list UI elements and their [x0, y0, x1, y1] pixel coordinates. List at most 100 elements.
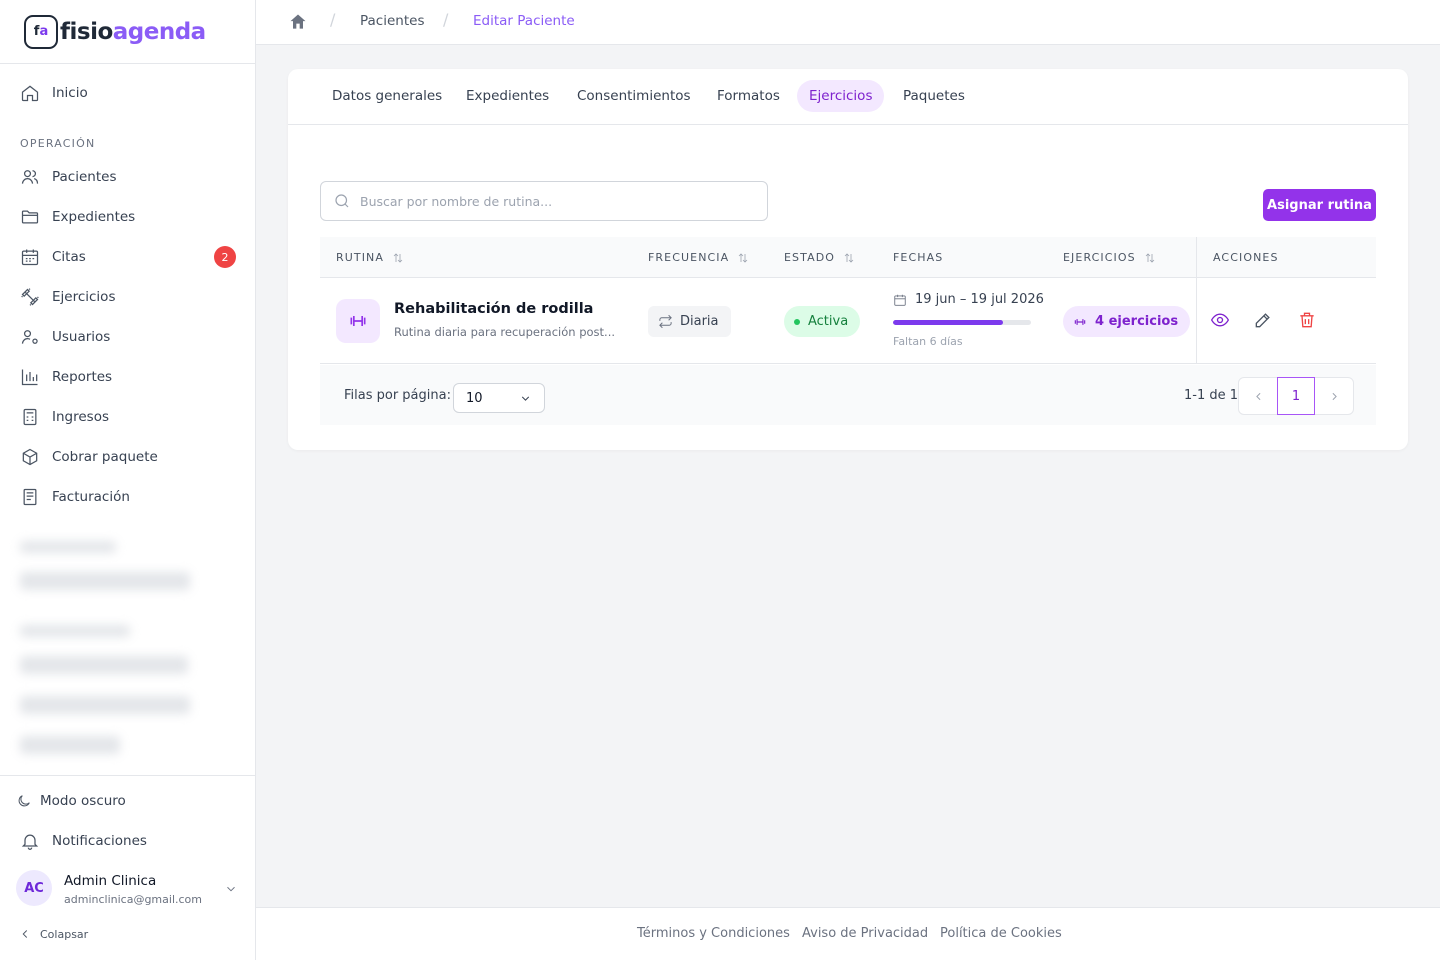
sidebar-item-label: Usuarios [52, 329, 111, 345]
page-button-current[interactable]: 1 [1277, 377, 1315, 415]
next-page-button[interactable] [1315, 378, 1353, 414]
user-name: Admin Clinica [64, 873, 157, 889]
column-header-label: FRECUENCIA [648, 251, 730, 264]
collapse-sidebar-button[interactable]: Colapsar [18, 927, 88, 941]
search-icon [335, 194, 349, 208]
breadcrumb-editar-paciente: Editar Paciente [473, 13, 575, 29]
sidebar-item-cobrar-paquete[interactable]: Cobrar paquete [20, 445, 236, 469]
notifications-item[interactable]: Notificaciones [20, 829, 236, 853]
search-box [320, 181, 768, 221]
dark-mode-toggle[interactable]: Modo oscuro [16, 789, 232, 813]
exercises-label: 4 ejercicios [1095, 314, 1179, 329]
trash-icon[interactable] [1297, 310, 1317, 330]
sidebar-item-pacientes[interactable]: Pacientes [20, 165, 236, 189]
sidebar-item-label: Reportes [52, 369, 113, 385]
routine-title[interactable]: Rehabilitación de rodilla [394, 301, 593, 317]
logo-text-fisio: fisio [60, 18, 113, 45]
dumbbell-icon [1074, 318, 1086, 325]
column-header-frequency[interactable]: FRECUENCIA [648, 251, 749, 264]
rows-per-page-label: Filas por página: [344, 388, 451, 403]
repeat-icon [659, 314, 672, 329]
sort-icon [1145, 252, 1155, 263]
pagination-range: 1-1 de 1 [1184, 388, 1239, 403]
chevron-left-icon [1255, 392, 1260, 400]
chevron-down-icon [521, 396, 530, 401]
logo-mark: fa [24, 14, 58, 49]
calculator-icon [23, 408, 37, 426]
sidebar-item-ejercicios[interactable]: Ejercicios [20, 285, 236, 309]
column-header-label: FECHAS [893, 251, 944, 264]
column-header-label: ACCIONES [1213, 251, 1279, 264]
breadcrumb-separator: / [443, 10, 449, 29]
sidebar-item-citas[interactable]: Citas 2 [20, 245, 236, 269]
home-icon[interactable] [288, 12, 308, 32]
breadcrumb-pacientes[interactable]: Pacientes [360, 13, 424, 29]
blurred-section-label [20, 625, 130, 637]
sidebar-item-label: Inicio [52, 85, 88, 101]
sidebar-item-reportes[interactable]: Reportes [20, 365, 236, 389]
sidebar-item-ingresos[interactable]: Ingresos [20, 405, 236, 429]
tab-paquetes[interactable]: Paquetes [891, 80, 977, 112]
frequency-chip: Diaria [648, 306, 731, 337]
avatar[interactable]: AC [16, 870, 52, 906]
section-label-operation: OPERACIÓN [20, 137, 96, 150]
logo-text-agenda: agenda [112, 18, 206, 45]
tab-bar: Datos generales Expedientes Consentimien… [288, 69, 1408, 125]
chevron-down-icon[interactable] [224, 882, 238, 896]
collapse-label: Colapsar [40, 927, 89, 941]
frequency-label: Diaria [680, 314, 719, 329]
pagination: 1 [1238, 377, 1354, 415]
cookies-link[interactable]: Política de Cookies [940, 926, 1062, 941]
date-range: 19 jun – 19 jul 2026 [893, 292, 1044, 307]
column-header-status[interactable]: ESTADO [784, 251, 855, 264]
sidebar-item-label: Citas [52, 249, 86, 265]
assign-routine-button[interactable]: Asignar rutina [1263, 189, 1376, 221]
sidebar-item-usuarios[interactable]: Usuarios [20, 325, 236, 349]
table-footer: Filas por página: 10 1-1 de 1 1 [320, 365, 1376, 425]
sort-icon [393, 252, 403, 263]
page-footer: Términos y Condiciones Aviso de Privacid… [256, 907, 1440, 960]
dumbbell-icon [21, 288, 39, 306]
sidebar-item-facturacion[interactable]: Facturación [20, 485, 236, 509]
patient-card: Datos generales Expedientes Consentimien… [288, 69, 1408, 450]
prev-page-button[interactable] [1239, 378, 1277, 414]
sidebar-item-expedientes[interactable]: Expedientes [20, 205, 236, 229]
terms-link[interactable]: Términos y Condiciones [637, 926, 790, 941]
status-badge: Activa [784, 306, 861, 337]
status-dot [794, 318, 800, 325]
user-settings-icon [21, 330, 38, 344]
column-header-routine[interactable]: RUTINA [336, 251, 404, 264]
moon-icon [18, 795, 30, 807]
column-header-actions: ACCIONES [1213, 251, 1279, 264]
column-header-dates: FECHAS [893, 251, 943, 264]
sidebar-item-label: Expedientes [52, 209, 136, 225]
sort-icon [844, 252, 854, 263]
view-icon[interactable] [1210, 310, 1230, 330]
sort-icon [738, 252, 748, 263]
exercises-badge[interactable]: 4 ejercicios [1063, 306, 1191, 337]
tab-ejercicios[interactable]: Ejercicios [797, 80, 885, 112]
chevron-right-icon [1332, 392, 1337, 400]
privacy-link[interactable]: Aviso de Privacidad [802, 926, 928, 941]
tab-datos-generales[interactable]: Datos generales [320, 80, 454, 112]
column-header-label: RUTINA [336, 251, 385, 264]
invoice-icon [23, 488, 37, 506]
logo[interactable]: fa fisioagenda [0, 0, 255, 64]
sidebar-item-inicio[interactable]: Inicio [20, 81, 236, 105]
table-header: RUTINA FRECUENCIA ESTADO FECHAS EJERCICI… [320, 237, 1376, 278]
tab-formatos[interactable]: Formatos [705, 80, 792, 112]
logo-mark-a: a [39, 24, 49, 39]
tab-consentimientos[interactable]: Consentimientos [565, 80, 703, 112]
search-input[interactable] [360, 193, 760, 209]
sidebar-item-label: Ingresos [52, 409, 109, 425]
blurred-item [20, 656, 188, 674]
blurred-item [20, 696, 190, 714]
progress-bar-fill [893, 320, 1004, 325]
edit-icon[interactable] [1253, 310, 1273, 330]
sidebar-item-label: Facturación [52, 489, 130, 505]
rows-per-page-select[interactable]: 10 [453, 383, 545, 413]
tab-expedientes[interactable]: Expedientes [454, 80, 561, 112]
column-header-exercises[interactable]: EJERCICIOS [1063, 251, 1156, 264]
routine-description: Rutina diaria para recuperación post... [394, 325, 616, 339]
notifications-label: Notificaciones [52, 833, 147, 849]
